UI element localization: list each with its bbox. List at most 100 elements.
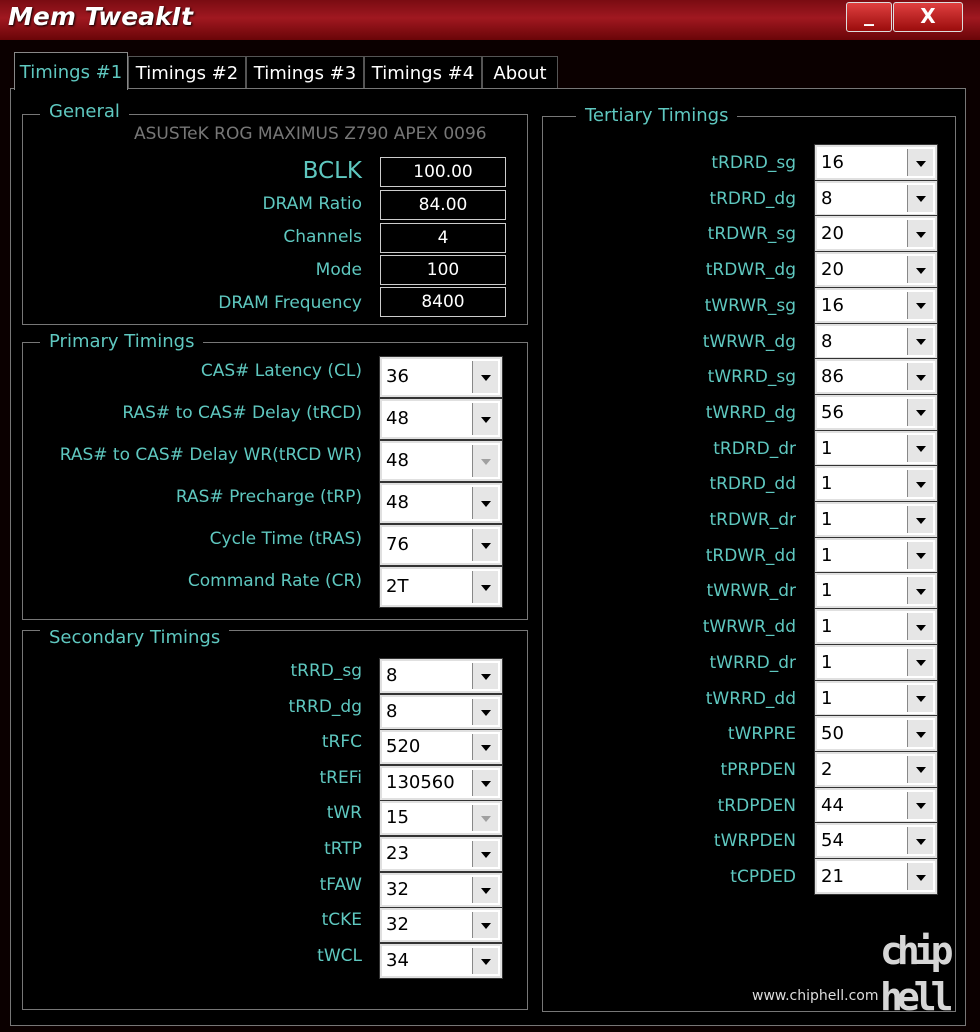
trdwr-sg-dropdown[interactable]: 20	[814, 215, 938, 253]
chevron-down-icon[interactable]	[472, 361, 498, 393]
command-rate-cr-dropdown[interactable]: 2T	[379, 566, 503, 608]
chevron-down-icon[interactable]	[907, 470, 933, 498]
twcl-value: 34	[386, 949, 409, 971]
window-title: Mem TweakIt	[8, 2, 193, 31]
tab-timings-3[interactable]: Timings #3	[246, 56, 364, 89]
chevron-down-icon[interactable]	[907, 149, 933, 176]
tfaw-dropdown[interactable]: 32	[379, 871, 503, 908]
trfc-value: 520	[386, 736, 421, 758]
chevron-down-icon[interactable]	[907, 791, 933, 819]
trdrd-dr-value: 1	[821, 437, 833, 459]
tcpded-label: tCPDED	[730, 867, 796, 887]
tab-timings-1[interactable]: Timings #1	[14, 52, 128, 90]
trdwr-dd-dropdown[interactable]: 1	[814, 536, 938, 574]
trdwr-dr-dropdown[interactable]: 1	[814, 501, 938, 538]
trdpden-dropdown[interactable]: 44	[814, 786, 938, 824]
chevron-down-icon[interactable]	[472, 698, 498, 725]
trefi-value: 130560	[386, 771, 455, 793]
chevron-down-icon[interactable]	[472, 663, 498, 689]
trdrd-dr-label: tRDRD_dr	[713, 438, 796, 459]
trdrd-sg-dropdown[interactable]: 16	[814, 144, 938, 181]
tab-about[interactable]: About	[482, 56, 558, 89]
tab-timings-4[interactable]: Timings #4	[364, 56, 482, 89]
chevron-down-icon[interactable]	[907, 755, 933, 783]
trdrd-dr-dropdown[interactable]: 1	[814, 429, 938, 467]
trdrd-sg-label: tRDRD_sg	[711, 153, 796, 173]
trtp-dropdown[interactable]: 23	[379, 836, 503, 872]
cas-latency-cl-dropdown[interactable]: 36	[379, 356, 503, 398]
twrpden-dropdown[interactable]: 54	[814, 822, 938, 860]
chiphell-logo: chip hell	[880, 928, 966, 1024]
chevron-down-icon[interactable]	[472, 403, 498, 435]
twcl-dropdown[interactable]: 34	[379, 942, 503, 979]
trdrd-dd-label: tRDRD_dd	[709, 474, 796, 495]
twrwr-dd-value: 1	[821, 616, 833, 638]
tprpden-value: 2	[821, 758, 833, 780]
chevron-down-icon[interactable]	[907, 184, 933, 212]
trdwr-dg-dropdown[interactable]: 20	[814, 251, 938, 289]
twrwr-dg-dropdown[interactable]: 8	[814, 322, 938, 360]
trrd-sg-value: 8	[386, 665, 398, 686]
chevron-down-icon[interactable]	[472, 841, 498, 867]
chevron-down-icon[interactable]	[907, 220, 933, 248]
chevron-down-icon[interactable]	[472, 947, 498, 974]
chevron-down-icon[interactable]	[907, 613, 933, 641]
chevron-down-icon[interactable]	[907, 720, 933, 748]
tab-timings-2[interactable]: Timings #2	[128, 56, 246, 89]
chevron-down-icon[interactable]	[907, 648, 933, 676]
chevron-down-icon[interactable]	[907, 577, 933, 605]
trdrd-dg-dropdown[interactable]: 8	[814, 179, 938, 217]
tcke-dropdown[interactable]: 32	[379, 907, 503, 944]
chevron-down-icon[interactable]	[907, 827, 933, 855]
twrrd-dg-dropdown[interactable]: 56	[814, 393, 938, 431]
chevron-down-icon[interactable]	[907, 863, 933, 890]
chevron-down-icon[interactable]	[472, 912, 498, 939]
twrpre-dropdown[interactable]: 50	[814, 715, 938, 753]
minimize-button[interactable]: _	[846, 2, 892, 32]
dram-frequency-label: DRAM Frequency	[218, 293, 362, 313]
cycle-time-tras-dropdown[interactable]: 76	[379, 524, 503, 566]
trrd-sg-label: tRRD_sg	[290, 661, 362, 681]
twrrd-dr-dropdown[interactable]: 1	[814, 643, 938, 681]
close-button[interactable]: X	[893, 2, 963, 32]
tcpded-dropdown[interactable]: 21	[814, 858, 938, 895]
trrd-sg-dropdown[interactable]: 8	[379, 658, 503, 694]
trdwr-dr-value: 1	[821, 509, 833, 530]
twrrd-sg-label: tWRRD_sg	[707, 367, 796, 388]
tprpden-dropdown[interactable]: 2	[814, 750, 938, 788]
chevron-down-icon[interactable]	[907, 327, 933, 355]
chevron-down-icon[interactable]	[472, 876, 498, 903]
twrwr-sg-dropdown[interactable]: 16	[814, 286, 938, 324]
trefi-dropdown[interactable]: 130560	[379, 764, 503, 801]
twrwr-dr-dropdown[interactable]: 1	[814, 572, 938, 610]
chevron-down-icon[interactable]	[907, 434, 933, 462]
chevron-down-icon[interactable]	[907, 506, 933, 533]
chevron-down-icon[interactable]	[472, 487, 498, 519]
chevron-down-icon[interactable]	[907, 256, 933, 284]
twrwr-sg-value: 16	[821, 294, 844, 316]
trrd-dg-dropdown[interactable]: 8	[379, 693, 503, 730]
twrrd-dd-dropdown[interactable]: 1	[814, 679, 938, 717]
chevron-down-icon[interactable]	[907, 541, 933, 569]
chevron-down-icon[interactable]	[472, 734, 498, 761]
chevron-down-icon[interactable]	[907, 363, 933, 391]
trdrd-dd-value: 1	[821, 473, 833, 495]
chevron-down-icon[interactable]	[907, 291, 933, 319]
chevron-down-icon[interactable]	[472, 529, 498, 561]
chevron-down-icon[interactable]	[472, 571, 498, 603]
chevron-down-icon[interactable]	[472, 769, 498, 796]
twrwr-dd-dropdown[interactable]: 1	[814, 608, 938, 646]
ras-precharge-trp-dropdown[interactable]: 48	[379, 482, 503, 524]
trfc-dropdown[interactable]: 520	[379, 729, 503, 766]
mode-label: Mode	[315, 260, 362, 280]
twrrd-sg-dropdown[interactable]: 86	[814, 358, 938, 396]
ras-precharge-trp-label: RAS# Precharge (tRP)	[175, 487, 362, 507]
chevron-down-icon[interactable]	[907, 684, 933, 712]
chevron-down-icon[interactable]	[907, 398, 933, 426]
trdpden-label: tRDPDEN	[717, 795, 796, 816]
trdpden-value: 44	[821, 794, 844, 816]
dram-ratio-label: DRAM Ratio	[262, 194, 362, 214]
ras-to-cas-delay-wr-trcd-wr-label: RAS# to CAS# Delay WR(tRCD WR)	[59, 445, 362, 465]
ras-to-cas-delay-trcd-dropdown[interactable]: 48	[379, 398, 503, 440]
trdrd-dd-dropdown[interactable]: 1	[814, 465, 938, 503]
